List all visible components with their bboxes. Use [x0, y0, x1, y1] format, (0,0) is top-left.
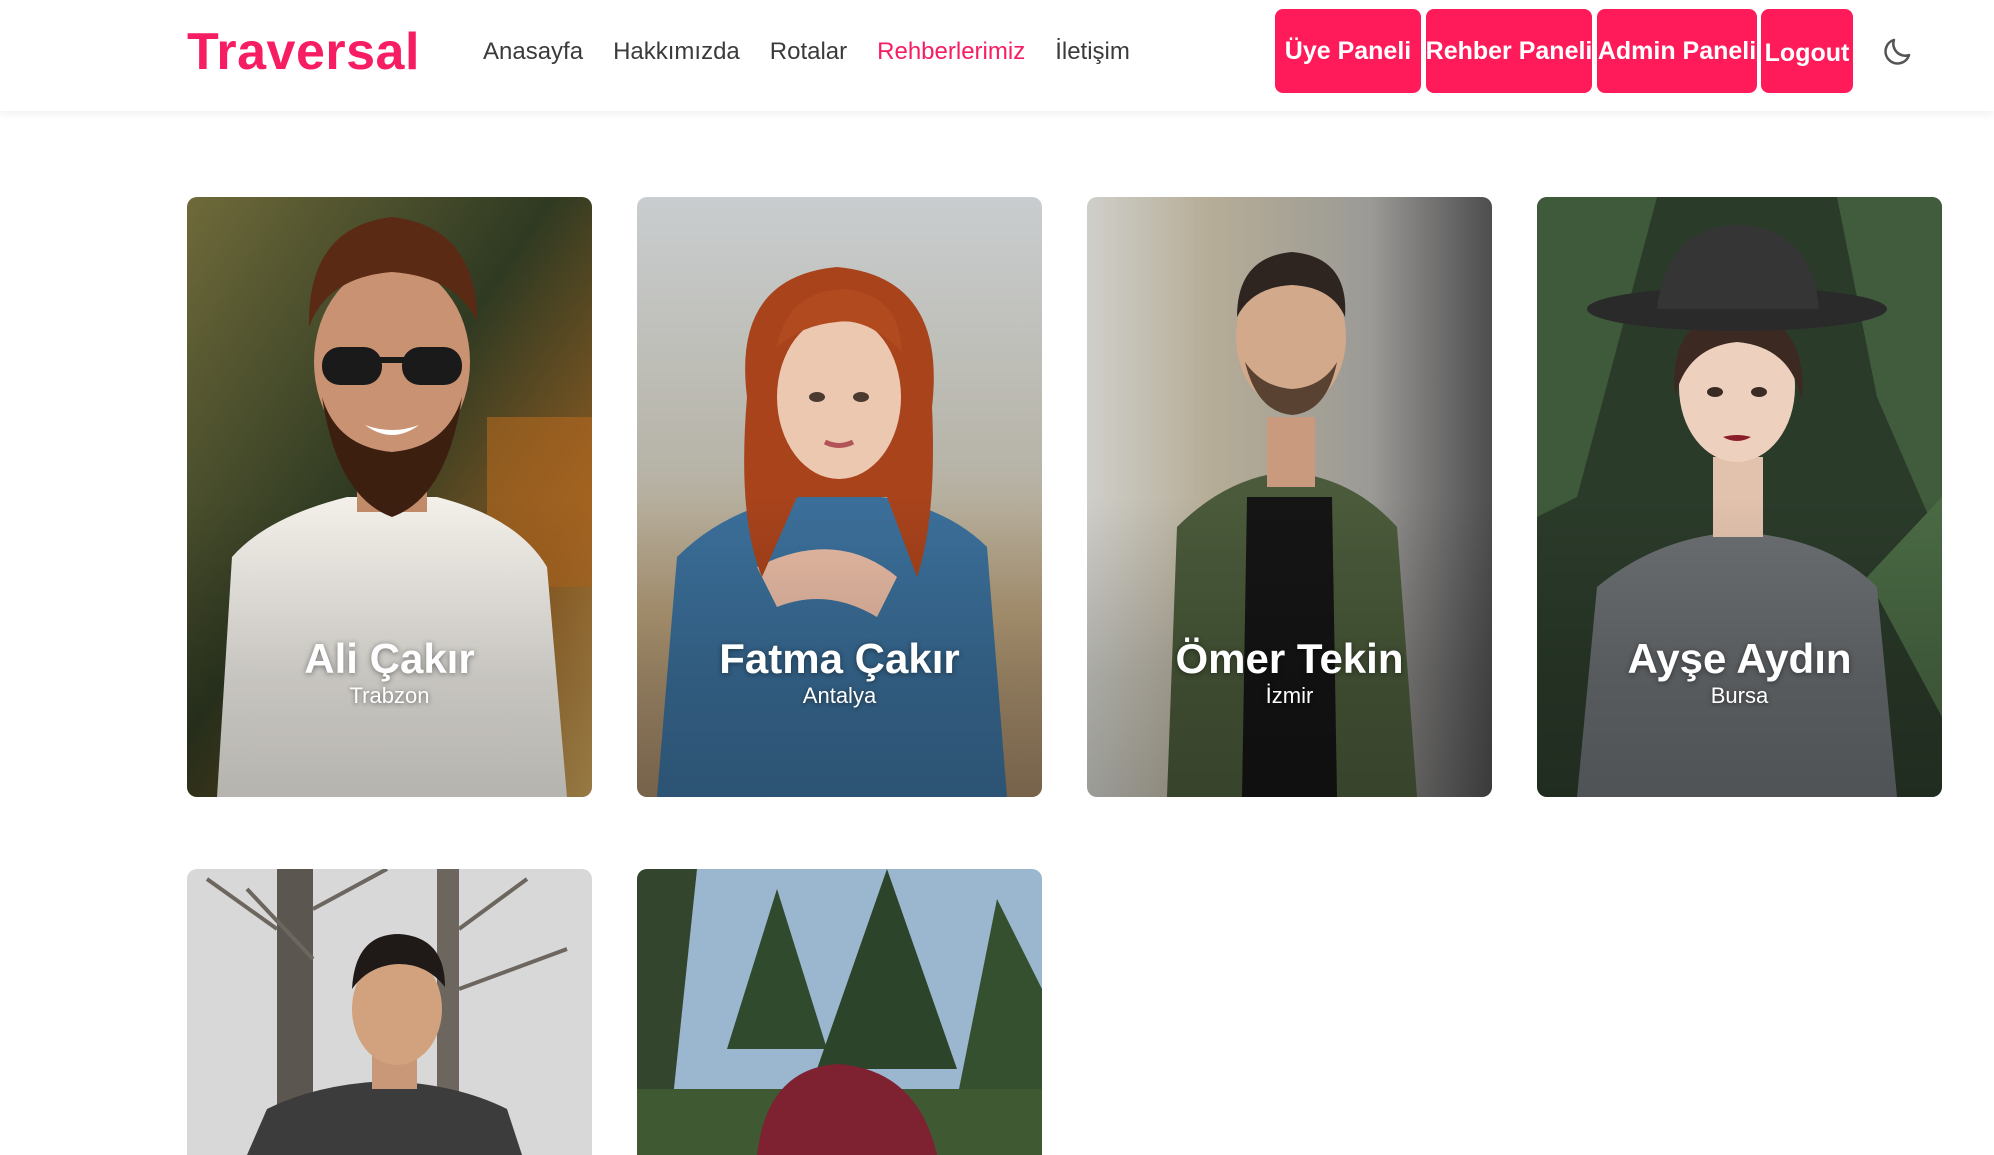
guide-name: Ömer Tekin	[1175, 635, 1404, 682]
navbar: Traversal Anasayfa Hakkımızda Rotalar Re…	[0, 0, 1994, 111]
rehber-paneli-button[interactable]: Rehber Paneli	[1426, 9, 1592, 93]
guide-card[interactable]: Ayşe Aydın Bursa	[1537, 197, 1942, 797]
guide-city: İzmir	[1265, 683, 1314, 708]
nav-link-rehberlerimiz[interactable]: Rehberlerimiz	[877, 38, 1025, 66]
guide-city: Bursa	[1710, 683, 1769, 708]
nav-link-iletisim[interactable]: İletişim	[1055, 38, 1130, 66]
nav-links: Anasayfa Hakkımızda Rotalar Rehberlerimi…	[483, 0, 1160, 103]
guide-card[interactable]: Fatma Çakır Antalya	[637, 197, 1042, 797]
guide-city: Trabzon	[349, 683, 430, 708]
guide-card[interactable]: Ömer Tekin İzmir	[1087, 197, 1492, 797]
nav-link-hakkimizda[interactable]: Hakkımızda	[613, 38, 740, 66]
guide-name: Ayşe Aydın	[1627, 635, 1852, 682]
logout-button[interactable]: Logout	[1761, 9, 1853, 93]
guide-card[interactable]	[187, 869, 592, 1155]
guide-name: Fatma Çakır	[719, 635, 960, 682]
guide-photo	[187, 869, 592, 1155]
uye-paneli-button[interactable]: Üye Paneli	[1275, 9, 1421, 93]
guide-name: Ali Çakır	[304, 635, 475, 682]
nav-link-anasayfa[interactable]: Anasayfa	[483, 38, 583, 66]
admin-paneli-button[interactable]: Admin Paneli	[1597, 9, 1757, 93]
brand-logo[interactable]: Traversal	[187, 22, 420, 82]
guide-card[interactable]: Ali Çakır Trabzon	[187, 197, 592, 797]
guide-city: Antalya	[802, 683, 877, 708]
nav-link-rotalar[interactable]: Rotalar	[770, 38, 847, 66]
moon-icon[interactable]	[1880, 35, 1914, 69]
guide-photo	[637, 869, 1042, 1155]
guide-card[interactable]	[637, 869, 1042, 1155]
